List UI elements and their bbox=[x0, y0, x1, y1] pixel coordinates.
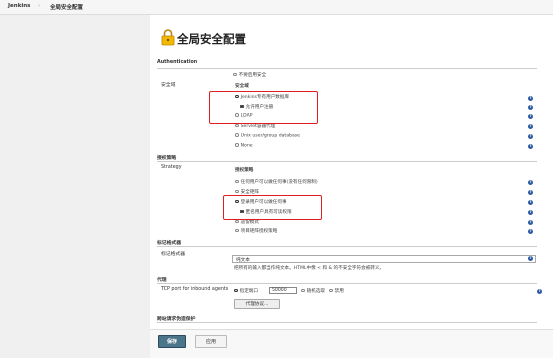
help-icon[interactable]: ? bbox=[528, 96, 533, 101]
disable-security-radio[interactable]: 不要启用安全 bbox=[233, 72, 266, 78]
markup-formatter-label: 标记格式器 bbox=[161, 252, 185, 257]
section-authorization: 授权策略 bbox=[157, 156, 177, 161]
help-icon[interactable]: ? bbox=[528, 124, 533, 129]
help-icon[interactable]: ? bbox=[528, 256, 533, 261]
page-title: 全局安全配置 bbox=[177, 32, 246, 46]
help-icon[interactable]: ? bbox=[528, 210, 533, 215]
section-divider bbox=[157, 322, 537, 323]
apply-button[interactable]: 应用 bbox=[195, 335, 227, 348]
markup-formatter-select[interactable]: 纯文本 bbox=[232, 255, 536, 263]
highlight-box-authorization bbox=[223, 195, 322, 220]
radio-icon bbox=[235, 219, 239, 224]
markup-formatter-description: 把所有的输入都当作纯文本。HTML中像 < 和 & 的不安全字符会被转义。 bbox=[234, 266, 385, 271]
section-authentication: Authentication bbox=[157, 60, 198, 65]
radio-icon bbox=[235, 189, 239, 194]
breadcrumb-jenkins-link[interactable]: Jenkins bbox=[8, 3, 30, 9]
section-divider bbox=[157, 283, 537, 284]
highlight-box-realm bbox=[209, 91, 318, 124]
security-realm-heading: 安全域 bbox=[235, 84, 249, 89]
breadcrumb-current[interactable]: 全局安全配置 bbox=[50, 3, 83, 11]
breadcrumb: Jenkins › 全局安全配置 bbox=[0, 0, 553, 15]
breadcrumb-separator: › bbox=[38, 3, 41, 9]
agent-port-random-radio[interactable]: 随机选取 bbox=[301, 288, 325, 294]
section-agents: 代理 bbox=[157, 278, 167, 283]
realm-option-unix[interactable]: Unix user/group database bbox=[235, 133, 300, 138]
auth-option-anyone[interactable]: 任何用户可以做任何事(没有任何限制) bbox=[235, 179, 318, 185]
help-icon[interactable]: ? bbox=[528, 180, 533, 185]
section-markup-formatter: 标记格式器 bbox=[157, 241, 181, 246]
help-icon[interactable]: ? bbox=[537, 289, 542, 294]
radio-icon bbox=[235, 228, 239, 233]
security-realm-label: 安全域 bbox=[161, 83, 176, 88]
help-icon[interactable]: ? bbox=[528, 144, 533, 149]
agent-port-fixed-radio[interactable]: 指定端口 bbox=[234, 288, 258, 294]
authorization-heading: 授权策略 bbox=[235, 168, 254, 173]
agent-port-disable-radio[interactable]: 禁用 bbox=[329, 288, 344, 294]
help-icon[interactable]: ? bbox=[528, 105, 533, 110]
agent-port-label: TCP port for inbound agents bbox=[161, 287, 229, 292]
auth-option-project-matrix[interactable]: 项目矩阵授权策略 bbox=[235, 228, 277, 234]
help-icon[interactable]: ? bbox=[528, 220, 533, 225]
section-csrf: 跨站请求伪造保护 bbox=[157, 317, 196, 322]
help-icon[interactable]: ? bbox=[528, 190, 533, 195]
agent-port-input[interactable]: 50000 bbox=[269, 287, 297, 294]
markup-formatter-value: 纯文本 bbox=[236, 258, 250, 263]
section-divider bbox=[157, 68, 537, 69]
realm-option-none[interactable]: None bbox=[235, 143, 253, 148]
main-panel bbox=[150, 15, 553, 357]
help-icon[interactable]: ? bbox=[528, 200, 533, 205]
radio-icon bbox=[233, 72, 237, 77]
radio-icon bbox=[235, 179, 239, 184]
authorization-strategy-label: Strategy bbox=[161, 165, 182, 170]
radio-icon bbox=[301, 288, 305, 293]
section-divider bbox=[157, 246, 537, 247]
lock-icon bbox=[161, 29, 175, 46]
help-icon[interactable]: ? bbox=[528, 229, 533, 234]
radio-selected-icon bbox=[234, 288, 238, 293]
radio-icon bbox=[235, 123, 239, 128]
radio-icon bbox=[329, 288, 333, 293]
save-button[interactable]: 保存 bbox=[158, 335, 186, 348]
radio-icon bbox=[235, 143, 239, 147]
section-divider bbox=[157, 161, 537, 162]
help-icon[interactable]: ? bbox=[528, 134, 533, 139]
radio-icon bbox=[235, 133, 239, 137]
help-icon[interactable]: ? bbox=[528, 114, 533, 119]
agent-protocols-button[interactable]: 代理协议... bbox=[234, 299, 280, 309]
